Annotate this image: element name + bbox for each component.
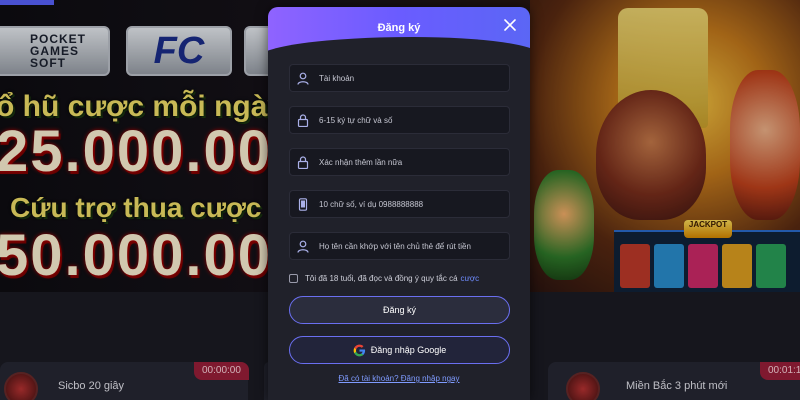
lock-icon bbox=[296, 155, 310, 169]
account-input[interactable] bbox=[319, 73, 509, 83]
close-button[interactable] bbox=[500, 15, 520, 35]
account-field[interactable] bbox=[289, 64, 510, 92]
phone-field[interactable] bbox=[289, 190, 510, 218]
modal-title: Đăng ký bbox=[377, 22, 421, 34]
google-button-label: Đăng nhập Google bbox=[370, 345, 447, 355]
register-modal: Đăng ký Tài khoản 10 chữ số, ví dụ 09888… bbox=[268, 7, 530, 400]
google-icon bbox=[353, 344, 365, 356]
terms-text: Tôi đã 18 tuổi, đã đọc và đồng ý quy tắc… bbox=[305, 274, 458, 283]
register-button-label: Đăng ký bbox=[382, 305, 417, 315]
register-button[interactable]: Đăng ký bbox=[289, 296, 510, 324]
password-field[interactable] bbox=[289, 106, 510, 134]
confirm-password-field[interactable] bbox=[289, 148, 510, 176]
login-link[interactable]: Đã có tài khoản? Đăng nhập ngay bbox=[268, 374, 530, 383]
terms-link[interactable]: cược bbox=[461, 274, 480, 283]
close-icon bbox=[504, 19, 516, 31]
user-icon bbox=[296, 71, 310, 85]
lock-icon bbox=[296, 113, 310, 127]
phone-input[interactable] bbox=[319, 199, 509, 209]
terms-row: Tôi đã 18 tuổi, đã đọc và đồng ý quy tắc… bbox=[289, 274, 519, 283]
terms-checkbox[interactable] bbox=[289, 274, 298, 283]
password-input[interactable] bbox=[319, 115, 509, 125]
page: POCKET GAMES SOFT FC ổ hũ cược mỗi ngày … bbox=[0, 0, 800, 400]
confirm-password-input[interactable] bbox=[319, 157, 509, 167]
google-login-button[interactable]: Đăng nhập Google bbox=[289, 336, 510, 364]
fullname-field[interactable] bbox=[289, 232, 510, 260]
phone-icon bbox=[296, 197, 310, 211]
user-icon bbox=[296, 239, 310, 253]
fullname-input[interactable] bbox=[319, 241, 509, 251]
